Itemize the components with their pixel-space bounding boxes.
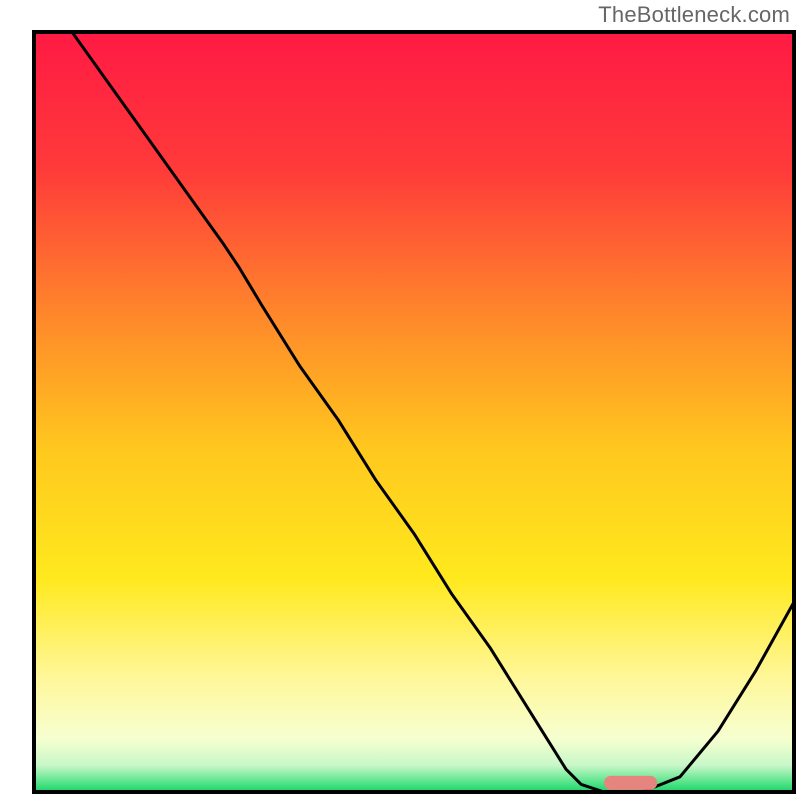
gradient-background	[34, 32, 794, 792]
optimal-marker	[604, 776, 657, 790]
bottleneck-chart	[0, 0, 800, 800]
chart-container: TheBottleneck.com	[0, 0, 800, 800]
watermark-text: TheBottleneck.com	[598, 2, 790, 28]
